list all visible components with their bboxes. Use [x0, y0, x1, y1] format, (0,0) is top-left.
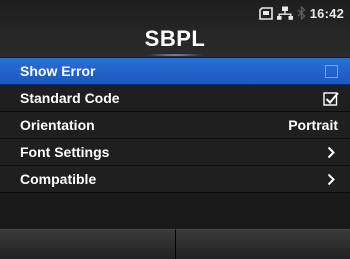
- chevron-right-icon: [322, 144, 340, 161]
- softkey-right[interactable]: [176, 229, 350, 259]
- settings-menu: Show Error Standard Code Orientation Por…: [0, 58, 350, 193]
- status-bar: 16:42: [259, 4, 344, 22]
- menu-item-label: Standard Code: [20, 85, 120, 112]
- printer-screen: 16:42 SBPL Show Error Standard Code Orie…: [0, 0, 350, 258]
- menu-item-label: Font Settings: [20, 139, 109, 166]
- softkey-bar: [0, 229, 350, 258]
- header: 16:42 SBPL: [0, 0, 350, 57]
- menu-item-label: Show Error: [20, 58, 95, 85]
- show-error-checkbox[interactable]: [322, 63, 340, 80]
- empty-menu-row: [0, 198, 350, 226]
- network-icon: [277, 6, 293, 20]
- bluetooth-icon: [297, 6, 306, 20]
- menu-item-orientation[interactable]: Orientation Portrait: [0, 112, 350, 139]
- menu-item-show-error[interactable]: Show Error: [0, 58, 350, 85]
- softkey-left[interactable]: [0, 229, 176, 259]
- page-title: SBPL: [0, 26, 350, 52]
- clock: 16:42: [310, 6, 344, 21]
- menu-item-label: Compatible: [20, 166, 96, 193]
- menu-item-label: Orientation: [20, 112, 95, 139]
- menu-item-font-settings[interactable]: Font Settings: [0, 139, 350, 166]
- orientation-value: Portrait: [288, 112, 338, 139]
- menu-item-compatible[interactable]: Compatible: [0, 166, 350, 193]
- checkbox-unchecked-icon: [325, 65, 338, 78]
- standard-code-checkbox[interactable]: [322, 90, 340, 107]
- title-underline: [147, 54, 203, 56]
- chevron-right-icon: [322, 171, 340, 188]
- checkbox-checked-icon: [323, 91, 339, 106]
- sd-card-icon: [259, 7, 273, 20]
- menu-item-standard-code[interactable]: Standard Code: [0, 85, 350, 112]
